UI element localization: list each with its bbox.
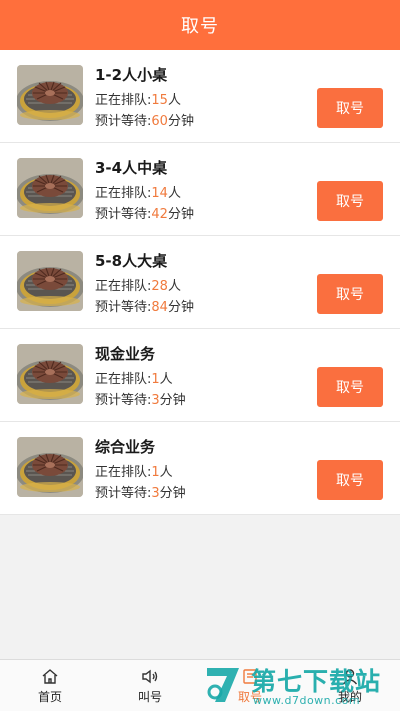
tab-mine-label: 我的 — [337, 690, 362, 704]
wait-time-value: 3 — [151, 486, 160, 501]
speaker-icon — [141, 666, 159, 686]
wait-time-unit: 分钟 — [167, 114, 194, 129]
queue-count-unit: 人 — [159, 465, 173, 480]
app-header: 取号 — [0, 0, 400, 50]
queue-count-label: 正在排队: — [95, 186, 152, 201]
take-number-button[interactable]: 取号 — [317, 181, 383, 221]
wait-time-value: 42 — [151, 207, 168, 222]
wait-time-value: 84 — [151, 300, 168, 315]
home-icon — [41, 666, 59, 686]
queue-count-value: 15 — [151, 93, 168, 108]
queue-count-unit: 人 — [159, 372, 173, 387]
wait-time-line: 预计等待:3分钟 — [95, 389, 186, 408]
grill-food-thumbnail — [17, 158, 83, 218]
queue-item: 1-2人小桌 正在排队:15人 预计等待:60分钟 取号 — [0, 50, 400, 143]
queue-count-label: 正在排队: — [95, 279, 152, 294]
queue-item: 现金业务 正在排队:1人 预计等待:3分钟 取号 — [0, 329, 400, 422]
wait-time-line: 预计等待:42分钟 — [95, 203, 194, 222]
queue-item-title: 综合业务 — [95, 438, 156, 456]
tab-home-label: 首页 — [37, 690, 62, 704]
queue-count-unit: 人 — [167, 93, 181, 108]
wait-time-line: 预计等待:3分钟 — [95, 482, 186, 501]
queue-count-value: 28 — [151, 279, 168, 294]
wait-time-label: 预计等待: — [95, 207, 152, 222]
tab-call[interactable]: 叫号 — [100, 660, 200, 711]
queue-count-line: 正在排队:1人 — [95, 368, 173, 387]
queue-item-title: 3-4人中桌 — [95, 159, 168, 177]
tab-take-number-label: 取号 — [237, 690, 262, 704]
take-number-button[interactable]: 取号 — [317, 88, 383, 128]
queue-count-label: 正在排队: — [95, 93, 152, 108]
queue-item-title: 1-2人小桌 — [95, 66, 168, 84]
user-icon — [341, 666, 359, 686]
take-number-button[interactable]: 取号 — [317, 274, 383, 314]
grill-food-thumbnail — [17, 251, 83, 311]
queue-count-line: 正在排队:1人 — [95, 461, 173, 480]
grill-food-thumbnail — [17, 344, 83, 404]
queue-count-label: 正在排队: — [95, 372, 152, 387]
ticket-icon — [241, 666, 259, 686]
wait-time-line: 预计等待:60分钟 — [95, 110, 194, 129]
queue-item-title: 现金业务 — [95, 345, 156, 363]
bottom-tab-bar: 首页 叫号 取号 我的 — [0, 659, 400, 711]
wait-time-line: 预计等待:84分钟 — [95, 296, 194, 315]
wait-time-unit: 分钟 — [159, 486, 186, 501]
wait-time-value: 3 — [151, 393, 160, 408]
grill-food-thumbnail — [17, 437, 83, 497]
queue-count-line: 正在排队:15人 — [95, 89, 181, 108]
wait-time-label: 预计等待: — [95, 300, 152, 315]
queue-count-line: 正在排队:14人 — [95, 182, 181, 201]
queue-count-line: 正在排队:28人 — [95, 275, 181, 294]
queue-count-label: 正在排队: — [95, 465, 152, 480]
queue-item: 综合业务 正在排队:1人 预计等待:3分钟 取号 — [0, 422, 400, 515]
queue-item: 5-8人大桌 正在排队:28人 预计等待:84分钟 取号 — [0, 236, 400, 329]
queue-count-value: 1 — [151, 372, 160, 387]
wait-time-value: 60 — [151, 114, 168, 129]
queue-count-unit: 人 — [167, 279, 181, 294]
wait-time-unit: 分钟 — [159, 393, 186, 408]
tab-home[interactable]: 首页 — [0, 660, 100, 711]
take-number-button[interactable]: 取号 — [317, 460, 383, 500]
queue-item-title: 5-8人大桌 — [95, 252, 168, 270]
queue-item: 3-4人中桌 正在排队:14人 预计等待:42分钟 取号 — [0, 143, 400, 236]
wait-time-label: 预计等待: — [95, 486, 152, 501]
queue-count-value: 1 — [151, 465, 160, 480]
queue-list: 1-2人小桌 正在排队:15人 预计等待:60分钟 取号 3-4人中桌 正在排队… — [0, 50, 400, 515]
tab-call-label: 叫号 — [137, 690, 162, 704]
page-title: 取号 — [181, 16, 219, 37]
wait-time-label: 预计等待: — [95, 114, 152, 129]
take-number-button[interactable]: 取号 — [317, 367, 383, 407]
wait-time-label: 预计等待: — [95, 393, 152, 408]
tab-mine[interactable]: 我的 — [300, 660, 400, 711]
wait-time-unit: 分钟 — [167, 300, 194, 315]
queue-count-unit: 人 — [167, 186, 181, 201]
queue-count-value: 14 — [151, 186, 168, 201]
grill-food-thumbnail — [17, 65, 83, 125]
tab-take-number[interactable]: 取号 — [200, 660, 300, 711]
wait-time-unit: 分钟 — [167, 207, 194, 222]
